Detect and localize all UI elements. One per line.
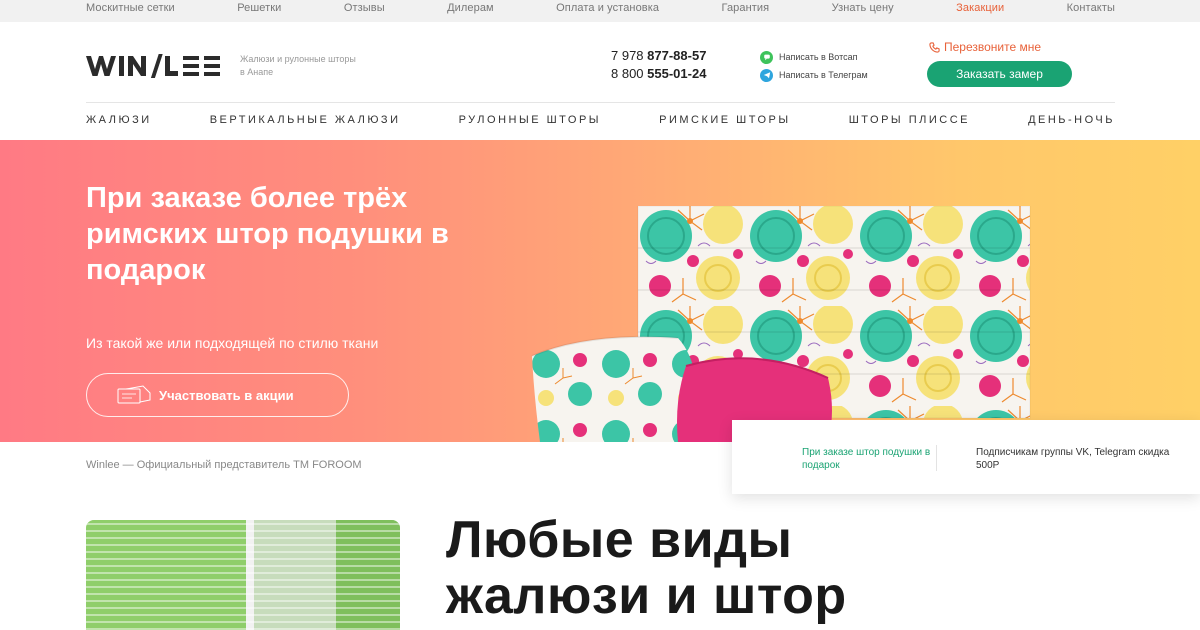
top-nav-item[interactable]: Контакты xyxy=(1067,2,1115,14)
site-tagline: Жалюзи и рулонные шторы в Анапе xyxy=(240,54,356,77)
top-nav-item[interactable]: Узнать цену xyxy=(832,2,894,14)
top-nav: Москитные сетки Решетки Отзывы Дилерам Оплат… xyxy=(86,2,1115,14)
phone-icon xyxy=(929,41,940,53)
hero-subtitle: Из такой же или подходящей по стилю ткан… xyxy=(86,335,379,351)
join-promo-label: Участвовать в акции xyxy=(159,387,294,403)
top-nav-item[interactable]: Москитные сетки xyxy=(86,2,175,14)
whatsapp-icon xyxy=(760,50,773,64)
telegram-label: Написать в Телеграм xyxy=(779,70,868,80)
whatsapp-link[interactable]: Написать в Вотсап xyxy=(760,48,868,66)
callback-link[interactable]: Перезвоните мне xyxy=(929,40,1041,54)
main-nav-item[interactable]: РИМСКИЕ ШТОРЫ xyxy=(659,114,791,126)
promo-item-pillows[interactable]: При заказе штор подушки в подарок xyxy=(802,446,932,472)
top-nav-item[interactable]: Гарантия xyxy=(722,2,770,14)
winlee-logo[interactable] xyxy=(86,50,226,80)
top-nav-item[interactable]: Отзывы xyxy=(344,2,385,14)
top-nav-item[interactable]: Дилерам xyxy=(447,2,494,14)
order-measurement-button[interactable]: Заказать замер xyxy=(927,61,1072,87)
site-header: Жалюзи и рулонные шторы в Анапе 7 978 87… xyxy=(0,22,1200,140)
main-nav-item[interactable]: ЖАЛЮЗИ xyxy=(86,114,152,126)
section-title: Любые виды жалюзи и штор xyxy=(446,512,847,624)
main-nav-item[interactable]: ВЕРТИКАЛЬНЫЕ ЖАЛЮЗИ xyxy=(210,114,401,126)
phone-1-prefix: 7 978 xyxy=(611,48,648,63)
phone-number-2[interactable]: 8 800 555-01-24 xyxy=(611,65,706,83)
top-nav-item[interactable]: Решетки xyxy=(237,2,281,14)
join-promo-button[interactable]: Участвовать в акции xyxy=(86,373,349,417)
telegram-icon xyxy=(760,68,773,82)
messenger-links: Написать в Вотсап Написать в Телеграм xyxy=(760,48,868,84)
section-title-line-1: Любые виды xyxy=(446,511,793,569)
official-representative-text: Winlee — Официальный представитель ТМ FO… xyxy=(86,459,362,471)
main-nav: ЖАЛЮЗИ ВЕРТИКАЛЬНЫЕ ЖАЛЮЗИ РУЛОННЫЕ ШТОРЫ Р… xyxy=(86,114,1115,126)
phone-2-main: 555-01-24 xyxy=(647,66,707,81)
top-bar: Москитные сетки Решетки Отзывы Дилерам Оплат… xyxy=(0,0,1200,22)
roman-blind-with-pillows-image xyxy=(531,206,1031,442)
phone-2-prefix: 8 800 xyxy=(611,66,648,81)
promo-separator xyxy=(936,445,937,471)
phone-block: 7 978 877-88-57 8 800 555-01-24 xyxy=(611,47,706,83)
promo-item-discount[interactable]: Подписчикам группы VK, Telegram скидка 5… xyxy=(976,446,1176,472)
ticket-icon xyxy=(117,385,151,404)
top-nav-item[interactable]: Закакции xyxy=(956,2,1004,14)
callback-label: Перезвоните мне xyxy=(944,40,1042,54)
section-title-line-2: жалюзи и штор xyxy=(446,567,847,625)
main-nav-item[interactable]: ШТОРЫ ПЛИССЕ xyxy=(849,114,970,126)
promo-card: При заказе штор подушки в подарок Подпис… xyxy=(732,420,1200,494)
phone-number-1[interactable]: 7 978 877-88-57 xyxy=(611,47,706,65)
main-nav-item[interactable]: ДЕНЬ-НОЧЬ xyxy=(1028,114,1115,126)
phone-1-main: 877-88-57 xyxy=(647,48,707,63)
main-nav-item[interactable]: РУЛОННЫЕ ШТОРЫ xyxy=(459,114,601,126)
top-nav-item[interactable]: Оплата и установка xyxy=(556,2,659,14)
hero-title: При заказе более трёх римских штор подуш… xyxy=(86,182,449,286)
header-divider xyxy=(86,102,1115,103)
telegram-link[interactable]: Написать в Телеграм xyxy=(760,66,868,84)
green-blinds-image xyxy=(86,520,400,630)
hero-banner: При заказе более трёх римских штор подуш… xyxy=(0,140,1200,442)
whatsapp-label: Написать в Вотсап xyxy=(779,52,858,62)
